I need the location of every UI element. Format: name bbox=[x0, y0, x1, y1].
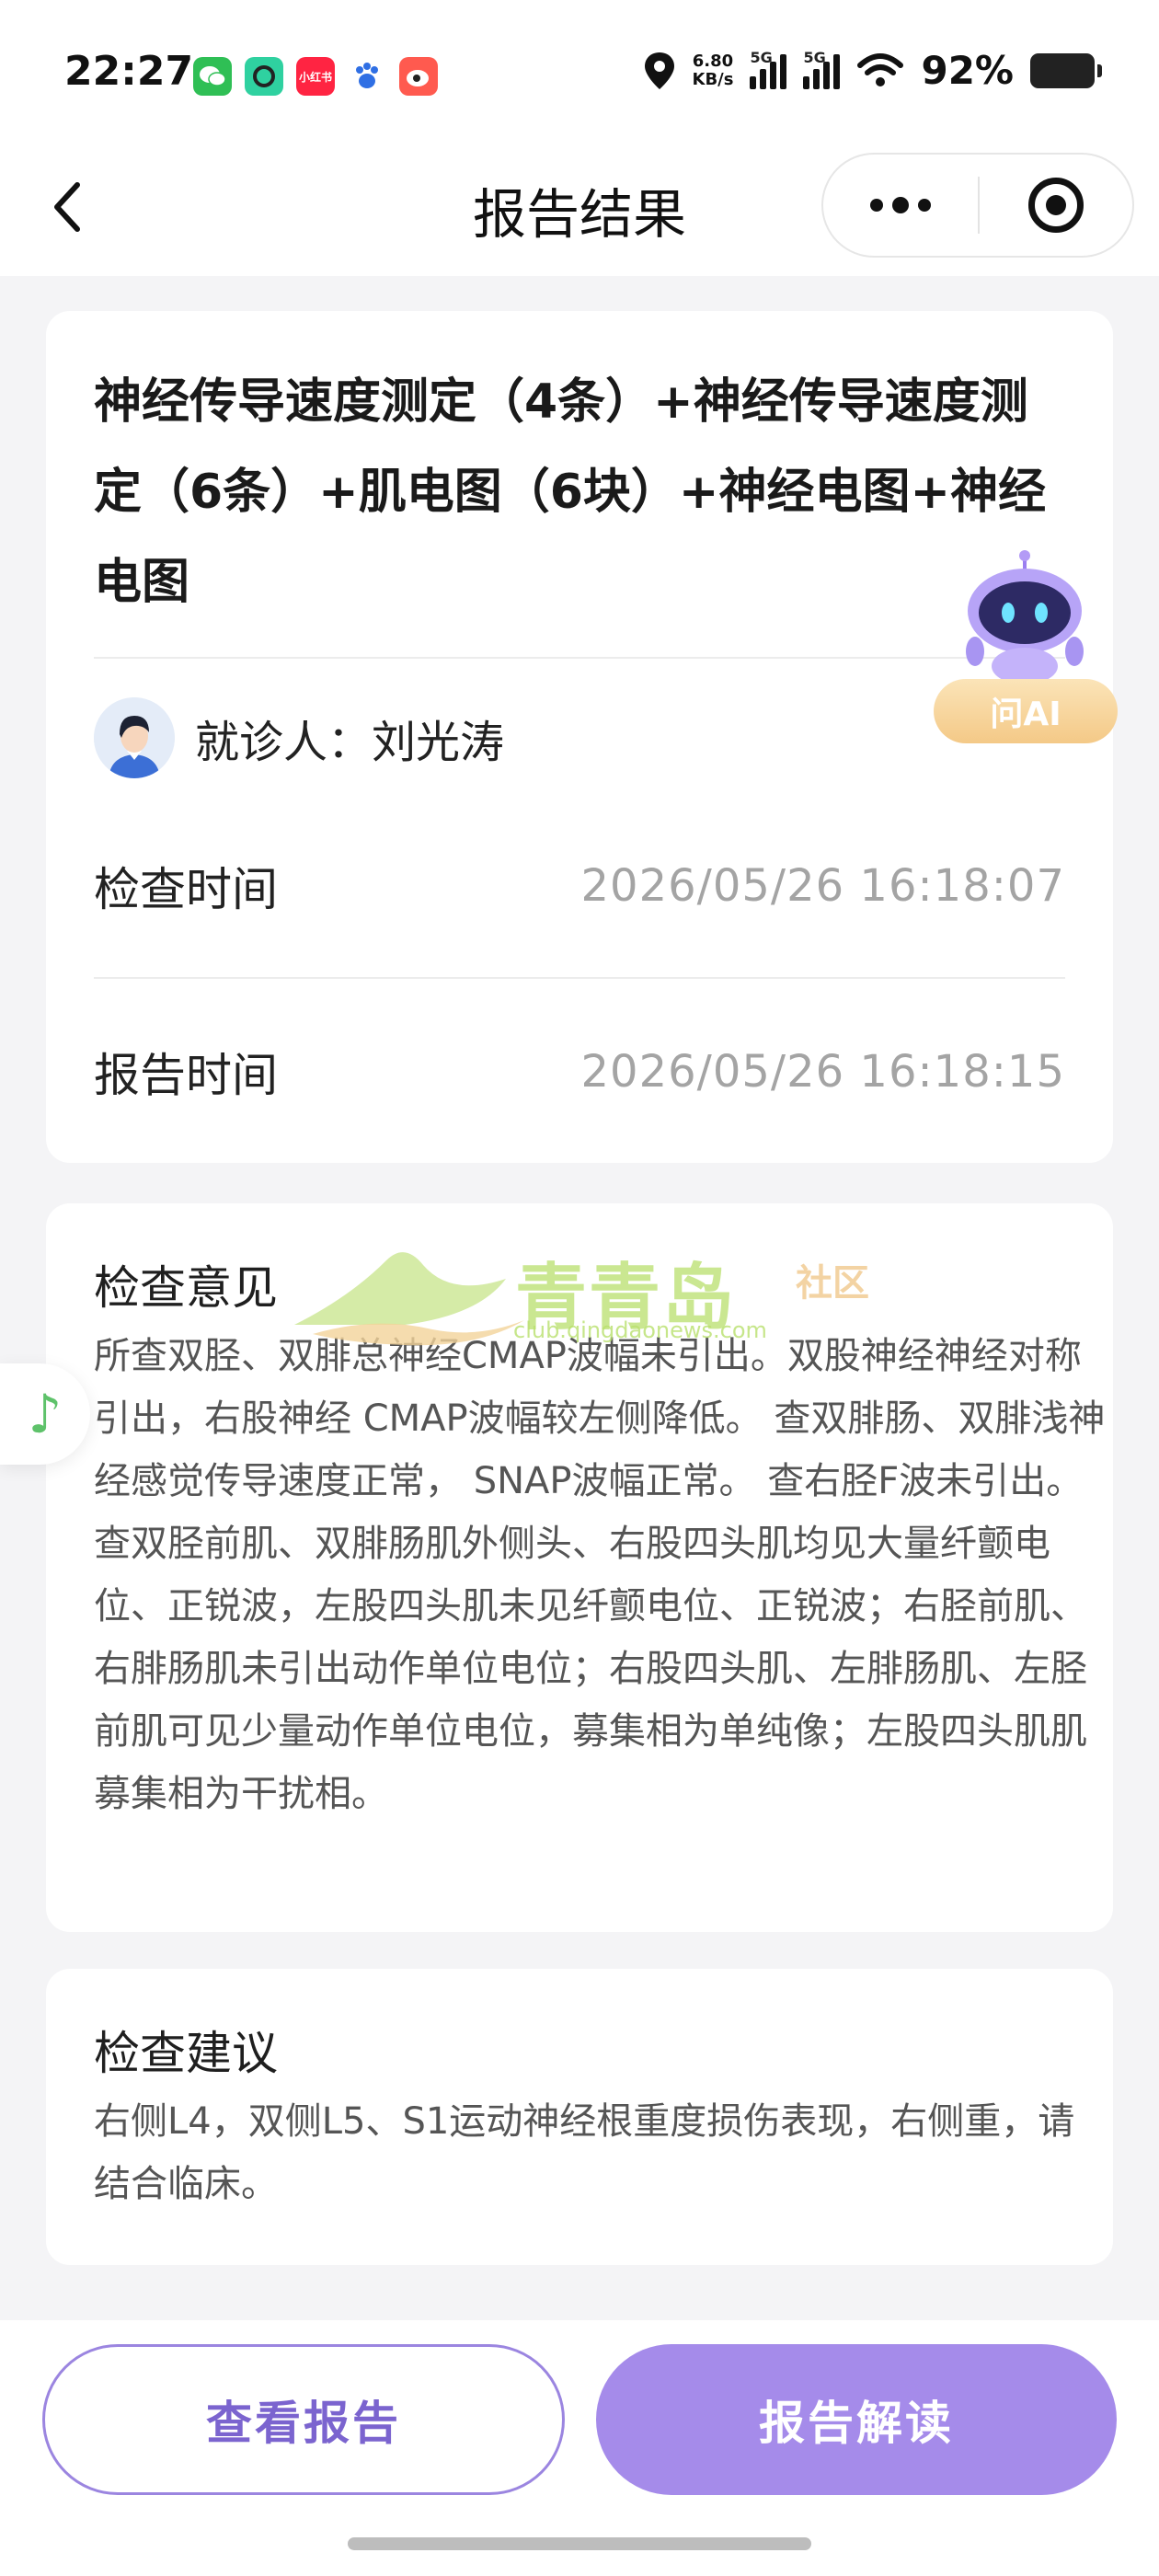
bottom-action-bar: 查看报告 报告解读 bbox=[0, 2320, 1159, 2576]
more-dots-icon bbox=[892, 197, 909, 213]
exam-time-label: 检查时间 bbox=[94, 863, 278, 916]
home-indicator[interactable] bbox=[348, 2537, 811, 2550]
divider bbox=[94, 977, 1065, 979]
close-miniprogram-button[interactable] bbox=[980, 155, 1132, 256]
ask-ai-button[interactable]: 问AI bbox=[931, 550, 1124, 753]
suggestion-title: 检查建议 bbox=[94, 2027, 278, 2080]
avatar bbox=[94, 697, 175, 778]
net-speed-value: 6.80 bbox=[692, 51, 734, 71]
location-icon bbox=[644, 52, 674, 89]
report-time-label: 报告时间 bbox=[94, 1049, 278, 1102]
exam-suggestion-card: 检查建议 右侧L4，双侧L5、S1运动神经根重度损伤表现，右侧重，请结合临床。 bbox=[46, 1969, 1113, 2265]
opinion-title: 检查意见 bbox=[94, 1261, 278, 1315]
patient-info: 就诊人：刘光涛 bbox=[94, 697, 504, 778]
miniprogram-capsule bbox=[821, 153, 1134, 258]
net-speed-unit: KB/s bbox=[692, 69, 734, 89]
battery-percent: 92% bbox=[921, 48, 1014, 93]
interpret-report-button[interactable]: 报告解读 bbox=[596, 2344, 1117, 2495]
status-time: 22:27 bbox=[64, 48, 194, 95]
suggestion-body: 右侧L4，双侧L5、S1运动神经根重度损伤表现，右侧重，请结合临床。 bbox=[94, 2100, 1075, 2205]
patient-name: 就诊人：刘光涛 bbox=[195, 717, 505, 768]
target-icon bbox=[1028, 178, 1084, 233]
signal-label: 5G bbox=[750, 48, 773, 66]
view-report-button[interactable]: 查看报告 bbox=[42, 2344, 565, 2495]
weibo-icon bbox=[399, 57, 438, 96]
nav-bar: 报告结果 bbox=[0, 138, 1159, 276]
signal-icon: 5G bbox=[803, 48, 841, 89]
status-bar: 22:27 小红书 6.80 KB/s 5G 5G 92% bbox=[0, 0, 1159, 156]
wifi-icon bbox=[857, 52, 904, 86]
report-time-value: 2026/05/26 16:18:15 bbox=[580, 1046, 1065, 1098]
signal-label: 5G bbox=[803, 48, 826, 66]
exam-time-value: 2026/05/26 16:18:07 bbox=[580, 860, 1065, 912]
more-dots-icon bbox=[918, 199, 931, 212]
opinion-body: 所查双胫、双腓总神经CMAP波幅未引出。双股神经神经对称引出，右股神经 CMAP… bbox=[94, 1335, 1106, 1815]
camera-icon bbox=[245, 57, 283, 96]
music-note-icon: ♪ bbox=[28, 1383, 63, 1445]
ask-ai-label: 问AI bbox=[934, 679, 1118, 743]
xiaohongshu-icon: 小红书 bbox=[296, 57, 335, 96]
net-speed: 6.80 KB/s bbox=[693, 52, 734, 89]
divider bbox=[94, 657, 1065, 659]
baidu-icon bbox=[348, 57, 386, 96]
report-time-row: 报告时间 2026/05/26 16:18:15 bbox=[94, 1030, 1065, 1113]
exam-name: 神经传导速度测定（4条）+神经传导速度测定（6条）+肌电图（6块）+神经电图+神… bbox=[94, 374, 1047, 610]
more-button[interactable] bbox=[823, 155, 978, 256]
more-dots-icon bbox=[870, 199, 883, 212]
signal-icon: 5G bbox=[750, 48, 787, 89]
status-app-icons: 小红书 bbox=[193, 57, 438, 96]
robot-icon bbox=[966, 550, 1084, 684]
exam-time-row: 检查时间 2026/05/26 16:18:07 bbox=[94, 845, 1065, 927]
wechat-icon bbox=[193, 57, 232, 96]
exam-opinion-card: 检查意见 所查双胫、双腓总神经CMAP波幅未引出。双股神经神经对称引出，右股神经… bbox=[46, 1203, 1113, 1932]
battery-icon bbox=[1030, 52, 1102, 88]
